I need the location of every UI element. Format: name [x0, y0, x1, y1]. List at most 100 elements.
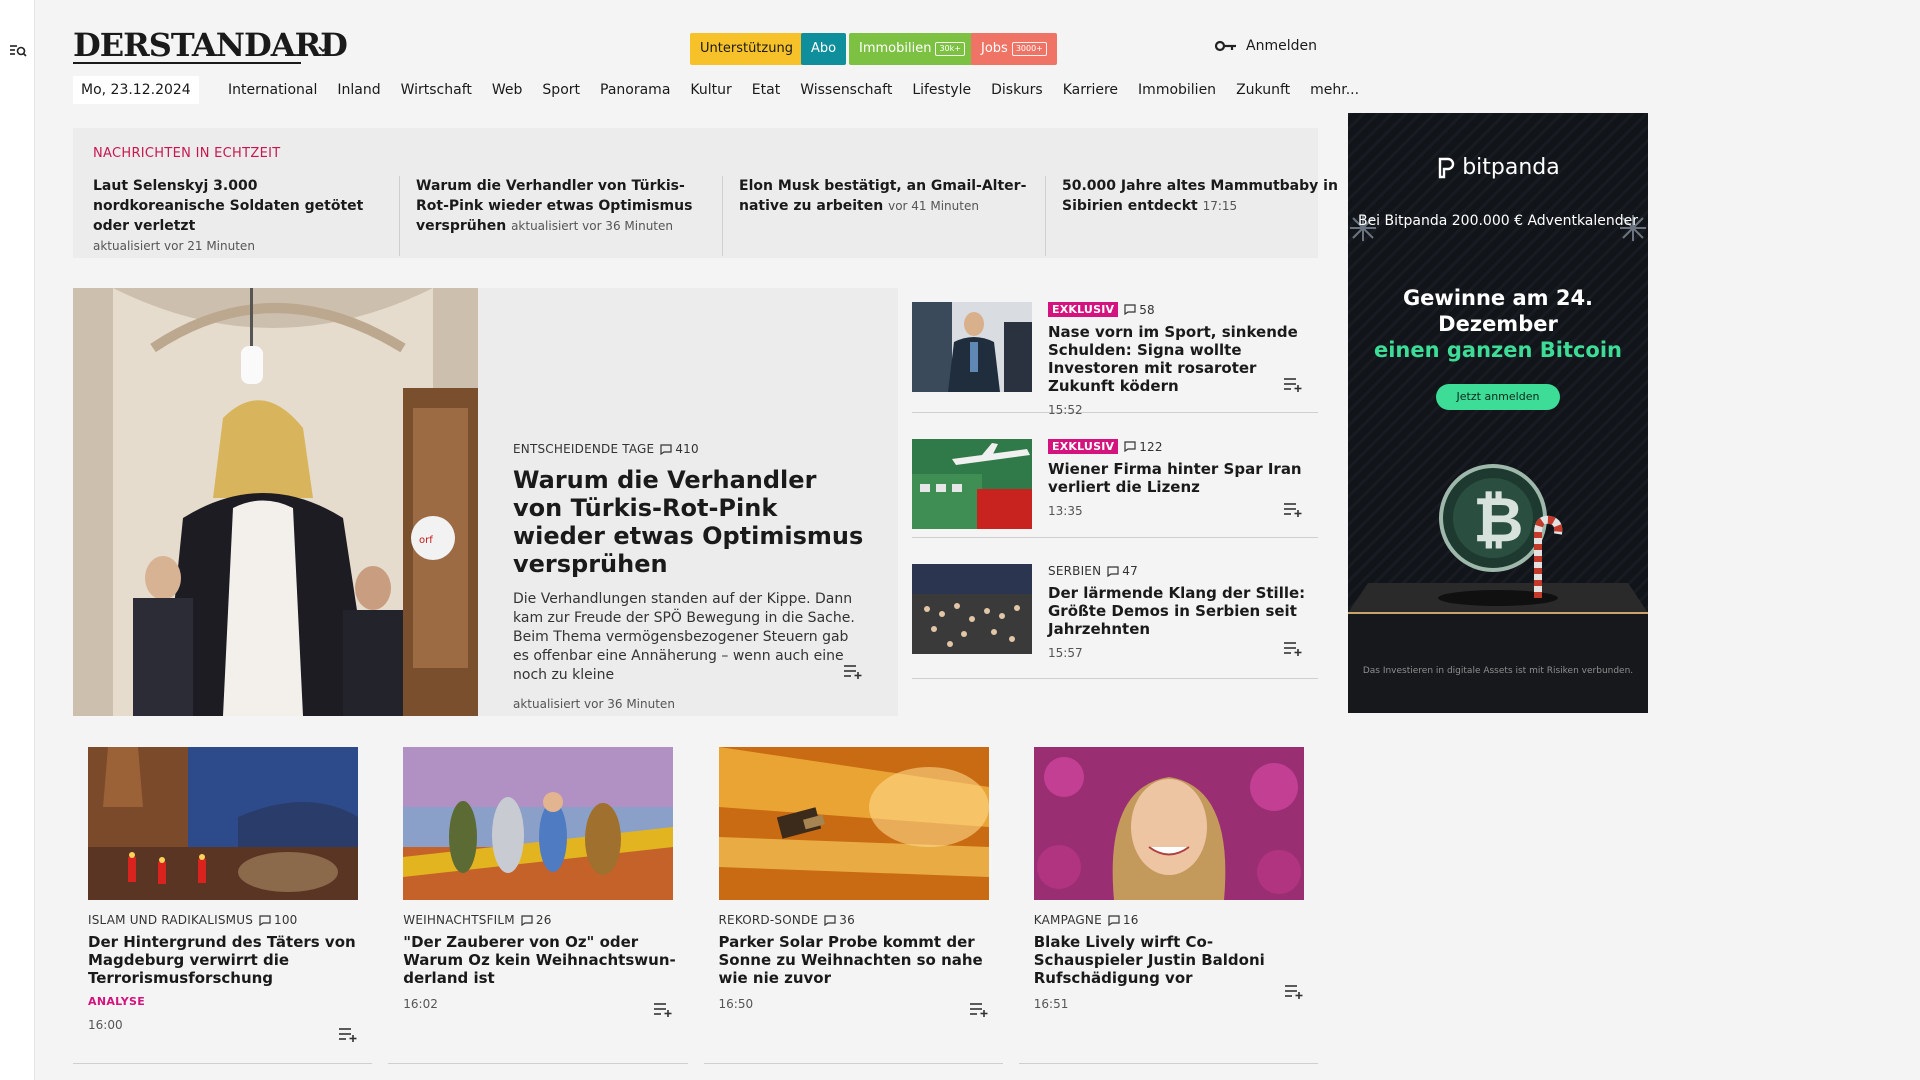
- ad-subline: Bei Bitpanda 200.000 € Adventkalender: [1357, 213, 1639, 229]
- card-text: KAMPAGNE 16 Blake Lively wirft Co-Schaus…: [1034, 913, 1309, 1011]
- immobilien-pill-label: Immobilien: [859, 41, 932, 56]
- comment-count[interactable]: 47: [1107, 564, 1138, 578]
- thumbnail-illustration: [912, 564, 1032, 654]
- ad-background: [1348, 113, 1648, 713]
- card-title[interactable]: "Der Zauberer von Oz" oder Warum Oz kein…: [403, 933, 678, 987]
- list-item: SERBIEN 47 Der lärmende Klang der Stille…: [912, 550, 1318, 679]
- ad-headline-line: Gewinne am 24.: [1402, 286, 1594, 310]
- ticker-item[interactable]: Elon Musk bestätigt, an Gmail-Alter­nati…: [739, 176, 1046, 256]
- ticker-item[interactable]: Laut Selenskyj 3.000 nordkoreanische Sol…: [93, 176, 400, 256]
- ticker-item[interactable]: Warum die Verhandler von Türkis-Rot-Pink…: [416, 176, 723, 256]
- article-thumbnail[interactable]: [718, 747, 989, 900]
- nav-item-wirtschaft[interactable]: Wirtschaft: [391, 76, 482, 104]
- add-to-watchlist-icon[interactable]: [843, 663, 863, 679]
- nav-item-kultur[interactable]: Kultur: [680, 76, 741, 104]
- nav-item-zukunft[interactable]: Zukunft: [1226, 76, 1300, 104]
- article-thumbnail[interactable]: [1033, 747, 1304, 900]
- add-to-watchlist-icon[interactable]: [1283, 376, 1303, 392]
- bitcoin-icon: ₿: [1438, 464, 1563, 606]
- comment-count[interactable]: 36: [824, 913, 855, 927]
- comment-count[interactable]: 410: [660, 442, 699, 456]
- card-title[interactable]: Blake Lively wirft Co-Schauspieler Justi…: [1034, 933, 1309, 987]
- nav-item-immobilien[interactable]: Immobilien: [1128, 76, 1226, 104]
- hero-timestamp: aktualisiert vor 36 Minuten: [513, 697, 675, 711]
- card-time: 16:50: [718, 997, 754, 1011]
- comment-count[interactable]: 26: [521, 913, 552, 927]
- thumbnail-illustration: [1033, 747, 1304, 900]
- card-title[interactable]: Der Hintergrund des Täters von Magdeburg…: [88, 933, 363, 987]
- list-item-title[interactable]: Nase vorn im Sport, sinkende Schulden: S…: [1048, 323, 1313, 395]
- nav-item-diskurs[interactable]: Diskurs: [981, 76, 1053, 104]
- nav-item-wissenschaft[interactable]: Wissenschaft: [790, 76, 902, 104]
- nav-item-sport[interactable]: Sport: [532, 76, 590, 104]
- jobs-pill[interactable]: Jobs 3000+: [971, 33, 1057, 65]
- bitpanda-logo-icon: [1439, 157, 1455, 179]
- comment-count[interactable]: 16: [1108, 913, 1139, 927]
- comment-count[interactable]: 58: [1124, 303, 1155, 317]
- chevron-down-icon[interactable]: [318, 44, 328, 54]
- list-item-kicker: EXKLUSIV 122: [1048, 439, 1313, 454]
- comment-count-value: 16: [1122, 913, 1139, 927]
- card-kicker: ISLAM UND RADIKALISMUS 100: [88, 913, 363, 927]
- comment-icon: [521, 914, 533, 926]
- login-button[interactable]: Anmelden: [1214, 38, 1317, 54]
- thumbnail-illustration: [912, 439, 1032, 529]
- nav-item-inland[interactable]: Inland: [327, 76, 390, 104]
- list-item-time: 13:35: [1048, 504, 1083, 518]
- hero-title[interactable]: Warum die Verhandler von Türkis-Rot-Pink…: [513, 466, 868, 578]
- comment-count[interactable]: 100: [259, 913, 298, 927]
- svg-text:₿: ₿: [1473, 483, 1524, 556]
- nav-item-karriere[interactable]: Karriere: [1053, 76, 1128, 104]
- add-to-watchlist-icon[interactable]: [1283, 501, 1303, 517]
- ad-brand: bitpanda: [1348, 155, 1648, 180]
- ticker-item[interactable]: 50.000 Jahre altes Mammutbaby in Sibirie…: [1062, 176, 1368, 256]
- nav-item-international[interactable]: International: [218, 76, 327, 104]
- support-pill-label: Unterstützung: [700, 41, 793, 56]
- immobilien-pill[interactable]: Immobilien 30k+: [849, 33, 975, 65]
- add-to-watchlist-icon[interactable]: [338, 1026, 358, 1042]
- nav-item-more[interactable]: mehr...: [1300, 76, 1369, 104]
- add-to-watchlist-icon[interactable]: [1284, 983, 1304, 999]
- exclusive-badge: EXKLUSIV: [1048, 439, 1119, 454]
- nav-item-web[interactable]: Web: [482, 76, 533, 104]
- comment-icon: [1108, 914, 1120, 926]
- left-rail: [0, 0, 35, 1080]
- article-thumbnail[interactable]: [912, 564, 1032, 654]
- list-item-text: EXKLUSIV 58 Nase vorn im Sport, sinkende…: [1048, 302, 1313, 417]
- immobilien-count-badge: 30k+: [935, 41, 965, 56]
- card-kicker: WEIHNACHTSFILM 26: [403, 913, 678, 927]
- comment-count[interactable]: 122: [1124, 440, 1163, 454]
- support-pill[interactable]: Unterstützung: [690, 33, 803, 65]
- menu-search-icon[interactable]: [9, 42, 27, 60]
- article-thumbnail[interactable]: [403, 747, 674, 900]
- article-card: KAMPAGNE 16 Blake Lively wirft Co-Schaus…: [1018, 733, 1318, 1064]
- add-to-watchlist-icon[interactable]: [969, 1001, 989, 1017]
- nav-item-lifestyle[interactable]: Lifestyle: [902, 76, 981, 104]
- card-kicker-label: REKORD-SONDE: [718, 913, 819, 927]
- site-logo[interactable]: DERSTANDARD: [73, 26, 348, 64]
- bitpanda-ad[interactable]: bitpanda Bei Bitpanda 200.000 € Adventka…: [1348, 113, 1648, 713]
- comment-count-value: 58: [1139, 302, 1155, 317]
- nav-item-etat[interactable]: Etat: [742, 76, 790, 104]
- article-thumbnail[interactable]: [912, 302, 1032, 392]
- list-item-title[interactable]: Der lärmende Klang der Stille: Größte De…: [1048, 584, 1313, 638]
- nav-item-panorama[interactable]: Panorama: [590, 76, 680, 104]
- article-card: WEIHNACHTSFILM 26 "Der Zauberer von Oz" …: [388, 733, 688, 1064]
- hero-photo[interactable]: orf: [73, 288, 478, 716]
- article-thumbnail[interactable]: [88, 747, 358, 900]
- add-to-watchlist-icon[interactable]: [1283, 640, 1303, 656]
- list-item: EXKLUSIV 58 Nase vorn im Sport, sinkende…: [912, 288, 1318, 417]
- add-to-watchlist-icon[interactable]: [653, 1001, 673, 1017]
- ticker-meta: aktualisiert vor 36 Minuten: [511, 219, 673, 233]
- thumbnail-illustration: [718, 747, 989, 900]
- abo-pill[interactable]: Abo: [801, 33, 847, 65]
- hero-kicker: ENTSCHEIDENDE TAGE 410: [513, 442, 868, 456]
- login-label: Anmelden: [1246, 38, 1317, 54]
- list-item-kicker: SERBIEN 47: [1048, 564, 1313, 578]
- comment-icon: [660, 443, 672, 455]
- ad-signup-button[interactable]: Jetzt anmelden: [1436, 384, 1560, 410]
- article-thumbnail[interactable]: [912, 439, 1032, 529]
- card-title[interactable]: Parker Solar Probe kommt der Sonne zu We…: [719, 933, 994, 987]
- list-item-title[interactable]: Wiener Firma hinter Spar Iran verliert d…: [1048, 460, 1313, 496]
- card-kicker: KAMPAGNE 16: [1034, 913, 1309, 927]
